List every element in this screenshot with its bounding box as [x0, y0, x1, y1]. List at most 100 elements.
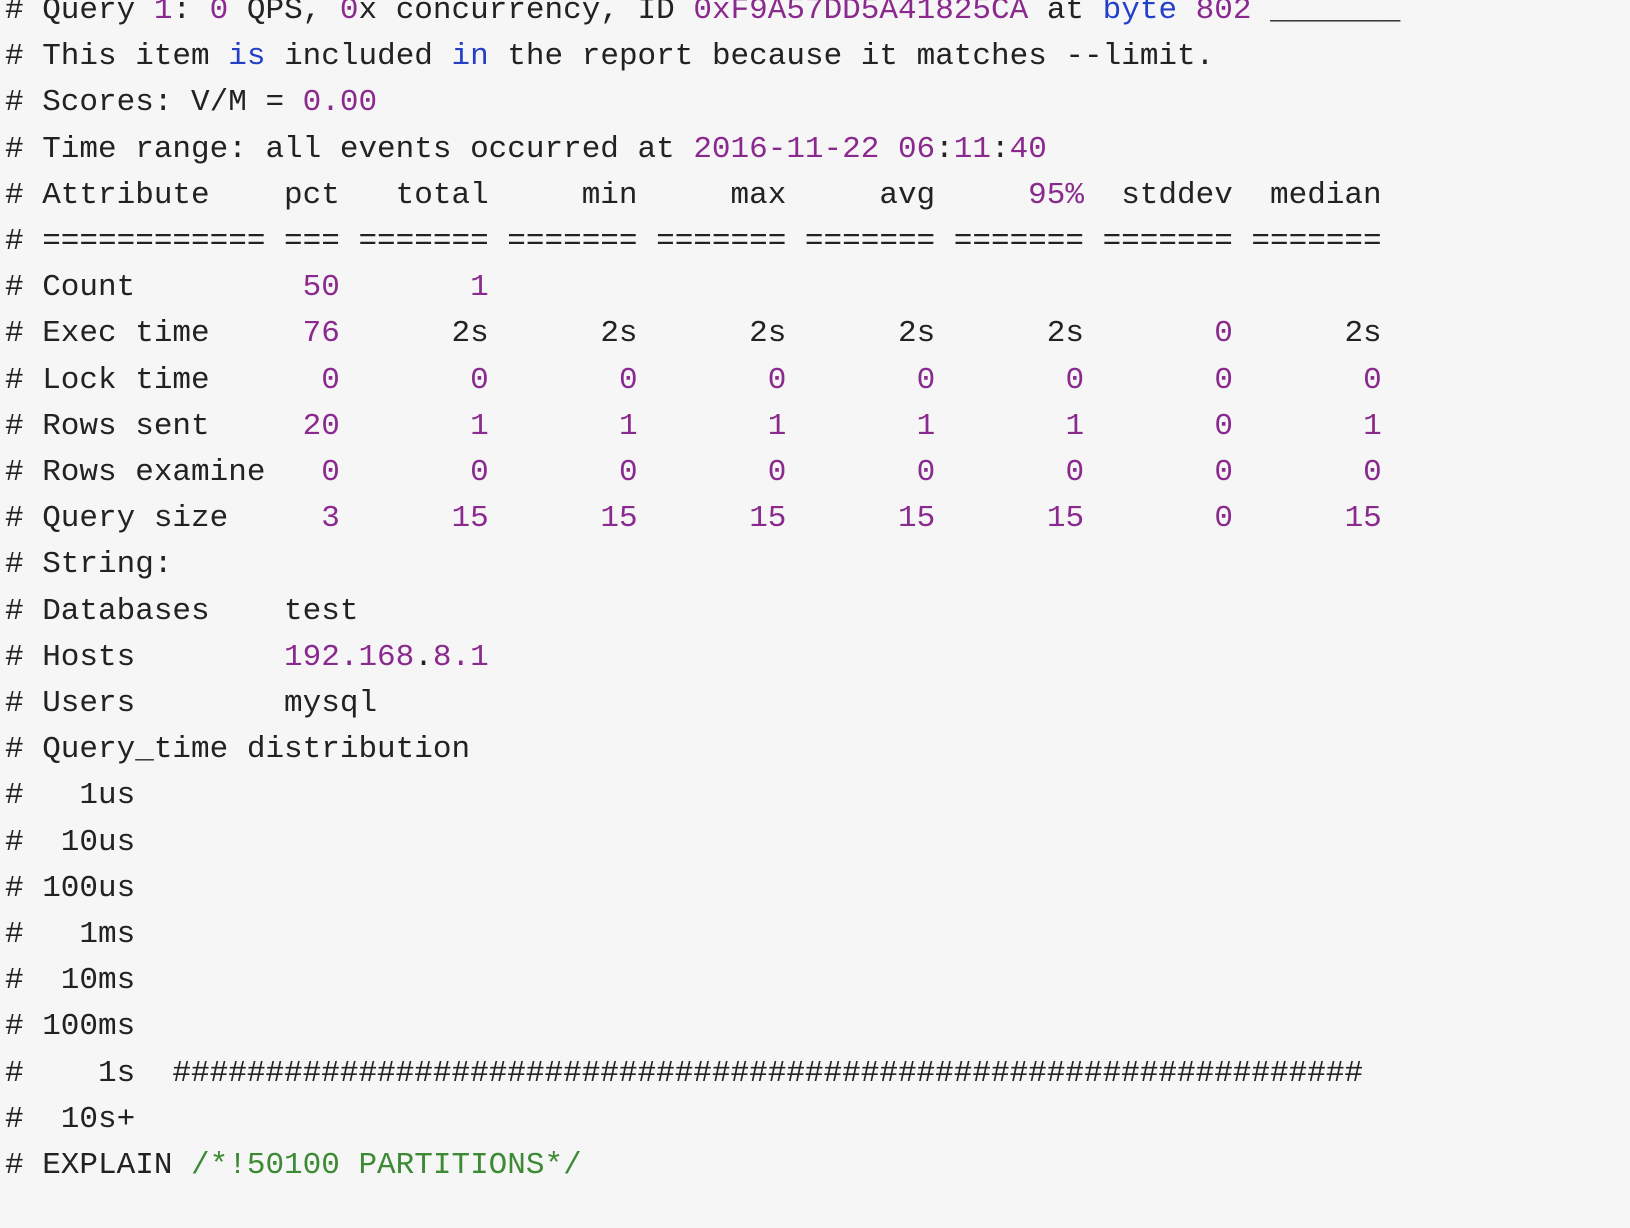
code-token: # Scores: V/M = — [5, 85, 303, 121]
code-token: in — [451, 39, 489, 75]
code-token: 0 — [321, 362, 340, 398]
code-line: # Time range: all events occurred at 201… — [5, 126, 1047, 174]
code-token: 2s — [1232, 316, 1382, 352]
code-token: 0 — [1065, 455, 1085, 490]
code-token: 0xF9A57DD5A41825CA — [693, 0, 1029, 28]
code-line: # Rows sent 20 1 1 1 1 1 0 1 — [5, 403, 1382, 451]
code-token: 0 — [470, 455, 489, 490]
code-token: # Time range: all events occurred at — [5, 131, 694, 167]
code-line: # Rows examine 0 0 0 0 0 0 0 0 — [5, 449, 1382, 497]
code-line: # ============ === ======= ======= =====… — [5, 218, 1382, 266]
code-line: # EXPLAIN /*!50100 PARTITIONS*/ — [5, 1142, 582, 1190]
code-line: # Attribute pct total min max avg 95% st… — [5, 172, 1382, 220]
code-token: 0 — [1065, 362, 1085, 398]
code-token: 1 — [470, 408, 489, 444]
code-token: 0 — [321, 455, 340, 490]
code-token: 3 — [321, 501, 340, 537]
code-token: 0 — [1363, 362, 1382, 398]
code-token: # 10ms — [5, 963, 136, 999]
code-token: at — [1028, 0, 1103, 28]
code-token: # Attribute pct total min max avg — [5, 177, 1029, 213]
code-line: # 1s ###################################… — [5, 1050, 1363, 1098]
code-token: 06 — [897, 131, 936, 167]
code-token: 15 — [1344, 501, 1382, 537]
code-token: x concurrency, ID — [358, 0, 694, 28]
code-token: 15 — [749, 501, 787, 537]
code-token: 192.168 — [284, 639, 415, 675]
code-token: _______ — [1251, 0, 1401, 28]
code-token: 1 — [618, 408, 638, 444]
code-token: 1 — [1065, 408, 1085, 444]
code-token: : — [172, 0, 210, 28]
code-block: # Query 1: 0 QPS, 0x concurrency, ID 0xF… — [0, 0, 1630, 1228]
code-token: # This item — [5, 39, 229, 75]
code-token: /*!50100 PARTITIONS*/ — [191, 1148, 582, 1183]
code-token: 0 — [1214, 408, 1233, 444]
code-token: 1 — [153, 0, 173, 28]
code-line: # 1ms — [5, 911, 135, 959]
code-token: 20 — [302, 408, 340, 444]
code-token: # Rows examine — [5, 455, 322, 490]
code-token: # 1ms — [5, 917, 136, 952]
code-token: 0 — [339, 0, 359, 28]
code-line: # 100ms — [5, 1003, 135, 1051]
code-token: 1 — [470, 270, 489, 306]
code-line: # Query size 3 15 15 15 15 15 0 15 — [5, 495, 1382, 543]
code-token: # Count — [5, 270, 303, 306]
code-token: 8.1 — [432, 639, 489, 675]
code-line: # Hosts 192.168.8.1 — [5, 634, 489, 682]
code-token: # Query — [5, 0, 154, 28]
code-token: 0 — [1214, 455, 1233, 490]
code-token: # Databases test — [5, 593, 359, 629]
code-line: # 100us — [5, 865, 135, 913]
code-token: 0 — [1214, 316, 1233, 352]
code-token: 15 — [898, 501, 936, 537]
code-token: : — [991, 131, 1010, 167]
code-token: 0 — [470, 362, 489, 398]
code-token: # 10s+ — [5, 1101, 136, 1137]
code-token: # String: — [5, 547, 173, 583]
code-token: . — [414, 639, 433, 675]
code-token: 0 — [916, 455, 936, 490]
code-token: 1 — [767, 408, 787, 444]
code-token: # Users mysql — [5, 686, 378, 721]
code-line: # 1us — [5, 772, 135, 820]
code-line: # Count 50 1 — [5, 264, 489, 312]
code-token: 11 — [953, 131, 991, 167]
code-token: # 1s ###################################… — [5, 1055, 1364, 1091]
code-line: # Query 1: 0 QPS, 0x concurrency, ID 0xF… — [5, 0, 1400, 35]
code-token: 0 — [916, 362, 936, 398]
code-token: 0 — [618, 455, 638, 490]
code-token: QPS, — [228, 0, 340, 28]
code-line: # Query_time distribution — [5, 726, 470, 774]
code-token: # 10us — [5, 824, 136, 860]
code-token: # Exec time — [5, 316, 303, 352]
code-line: # 10s+ — [5, 1096, 135, 1144]
code-token: 95% — [1028, 177, 1084, 213]
code-token: 76 — [302, 316, 340, 352]
code-token: is — [228, 39, 266, 75]
code-token: # Query_time distribution — [5, 732, 471, 768]
code-token: 0 — [209, 0, 229, 28]
